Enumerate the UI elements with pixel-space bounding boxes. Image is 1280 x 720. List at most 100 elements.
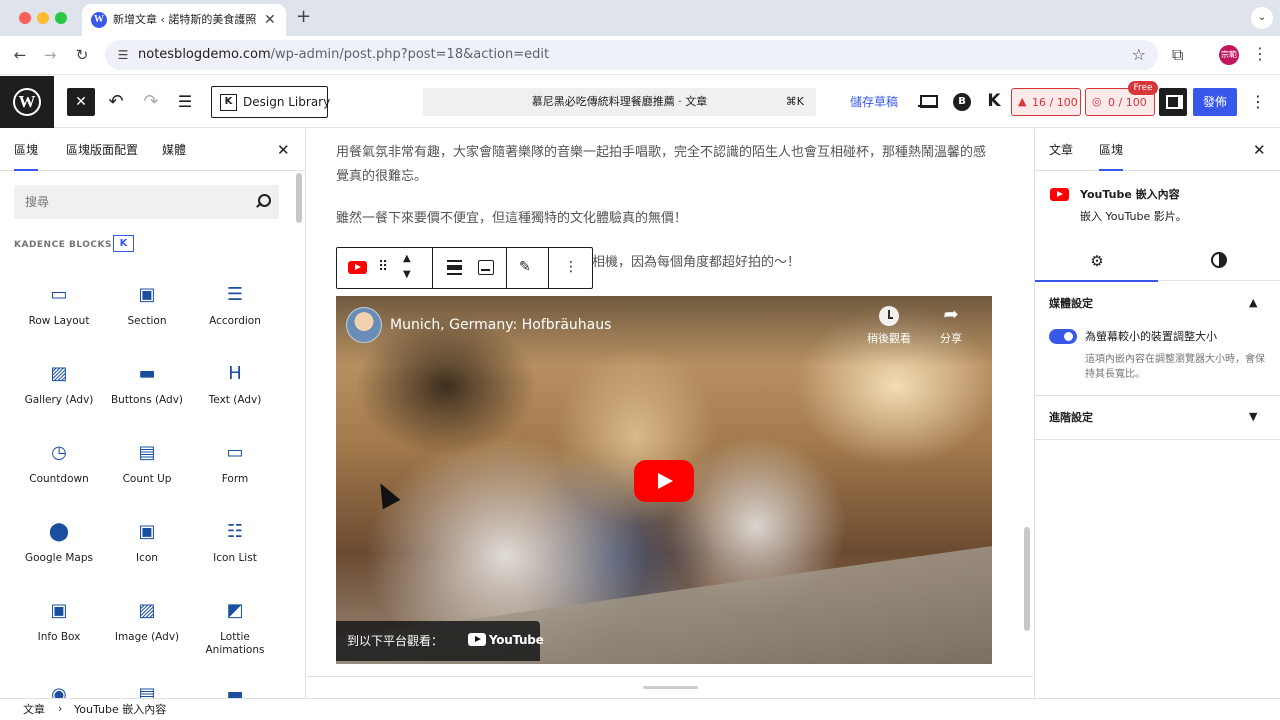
block-icon[interactable]: ▣ Icon [103,514,191,584]
address-bar[interactable]: ☰ notesblogdemo.com/wp-admin/post.php?po… [105,40,1158,70]
reload-button[interactable]: ↻ [71,44,93,66]
block-search-input[interactable] [14,185,279,219]
search-icon [254,193,271,209]
watch-on-youtube-button[interactable]: 到以下平台觀看： YouTube [336,621,544,661]
block-partial[interactable]: ▤ [103,677,191,698]
block-gallery-adv[interactable]: ▨ Gallery (Adv) [15,356,103,426]
block-row-layout[interactable]: ▭ Row Layout [15,277,103,347]
block-count-up[interactable]: ▤ Count Up [103,435,191,505]
more-options-icon[interactable]: ⋮ [1248,90,1268,114]
tab-post[interactable]: 文章 [1049,142,1073,158]
block-countdown[interactable]: ◷ Countdown [15,435,103,505]
paragraph-block[interactable]: 用餐氣氛非常有趣，大家會隨著樂隊的音樂一起拍手唱歌，完全不認識的陌生人也會互相碰… [336,141,991,189]
inserter-scrollbar[interactable] [296,173,302,223]
youtube-block-icon[interactable] [348,261,367,274]
tab-blocks[interactable]: 區塊 [14,142,39,171]
tab-styles[interactable] [1158,241,1280,281]
window-minimize-button[interactable] [37,12,49,24]
save-draft-button[interactable]: 儲存草稿 [850,95,898,110]
kadence-category-icon: K [113,235,134,252]
block-toolbar-group: ⠿ ▲ ▼ [337,248,433,288]
tab-media[interactable]: 媒體 [162,142,186,158]
site-info-icon[interactable]: ☰ [115,47,131,63]
tab-search-button[interactable]: ⌄ [1251,7,1273,29]
sidebar-close-icon[interactable]: ✕ [1253,141,1266,159]
align-icon[interactable] [447,260,462,275]
paragraph-block[interactable]: 雖然一餐下來要價不便宜，但這種獨特的文化體驗真的無價！ [336,207,991,231]
share-button[interactable]: ➦ 分享 [931,304,971,354]
preview-desktop-icon[interactable] [918,92,938,110]
breadcrumb-item-post[interactable]: 文章 [23,703,45,717]
media-settings-title[interactable]: 媒體設定 [1049,296,1093,311]
publish-button[interactable]: 發佈 [1193,88,1237,116]
block-image-adv[interactable]: ▨ Image (Adv) [103,593,191,663]
breadcrumb-item-block[interactable]: YouTube 嵌入內容 [74,703,166,717]
document-overview-icon[interactable]: ☰ [173,90,197,114]
extensions-puzzle-icon[interactable]: ⧉ [1172,45,1183,65]
edit-url-pencil-icon[interactable]: ✎ [519,258,531,276]
bookmark-star-icon[interactable]: ☆ [1132,45,1146,65]
wordpress-logo-icon: W [13,88,41,116]
browser-tab[interactable]: W 新增文章 ‹ 諾特斯的美食護照 — ✕ [82,4,286,36]
settings-sidebar-toggle[interactable] [1159,88,1187,116]
watch-later-button[interactable]: 稍後觀看 [854,304,924,354]
youtube-embed-preview[interactable]: Munich, Germany: Hofbräuhaus 稍後觀看 ➦ 分享 到… [336,296,992,664]
kadence-icon[interactable]: K [983,90,1005,112]
chevron-up-icon[interactable]: ▲ [1249,295,1257,311]
block-info-box[interactable]: ▣ Info Box [15,593,103,663]
inserter-close-icon[interactable]: ✕ [277,141,290,159]
block-google-maps[interactable]: ⬤ Google Maps [15,514,103,584]
window-zoom-button[interactable] [55,12,67,24]
browser-menu-icon[interactable]: ⋮ [1252,44,1268,63]
drag-handle-icon[interactable]: ⠿ [378,258,388,276]
block-buttons-adv[interactable]: ▬ Buttons (Adv) [103,356,191,426]
block-more-options-icon[interactable]: ⋮ [564,258,578,276]
profile-avatar[interactable]: 宗範 [1219,45,1239,65]
design-library-button[interactable]: K Design Library [211,86,330,118]
icon-block-icon: ▣ [138,521,156,542]
move-up-chevron-icon[interactable]: ▲ [403,253,411,265]
block-icon-list[interactable]: ☷ Icon List [191,514,279,584]
image-icon: ▨ [138,600,156,621]
undo-icon[interactable]: ↶ [104,90,128,114]
channel-avatar[interactable] [346,307,382,343]
new-tab-button[interactable]: + [296,7,311,27]
video-title[interactable]: Munich, Germany: Hofbräuhaus [390,316,611,334]
contrast-icon [1211,252,1227,268]
window-close-button[interactable] [19,12,31,24]
move-down-chevron-icon[interactable]: ▼ [403,269,411,281]
gear-icon: ⚙ [1090,252,1104,270]
close-inserter-button[interactable]: ✕ [67,88,95,116]
wordpress-logo-button[interactable]: W [0,76,54,128]
tab-settings[interactable]: ⚙ [1035,241,1158,282]
canvas-scrollbar[interactable] [1024,527,1030,631]
seo-score-badge[interactable]: ▲ 16 / 100 [1011,88,1081,116]
tab-patterns[interactable]: 區塊版面配置 [66,142,138,158]
free-tag-badge: Free [1128,81,1158,95]
caption-icon[interactable] [478,260,494,275]
tab-close-icon[interactable]: ✕ [264,11,276,29]
block-label: Section [127,315,167,327]
forward-button[interactable]: → [39,44,61,66]
command-palette-button[interactable]: 慕尼黑必吃傳統料理餐廳推薦 · 文章 ⌘K [423,88,816,116]
count-up-icon: ▤ [138,442,156,463]
form-icon: ▭ [226,442,244,463]
block-text-adv[interactable]: H Text (Adv) [191,356,279,426]
browser-tab-title: 新增文章 ‹ 諾特斯的美食護照 — [113,13,259,26]
resize-small-devices-toggle[interactable] [1049,329,1077,344]
canvas-resize-handle[interactable] [643,686,698,689]
b-plugin-icon[interactable]: B [953,93,971,111]
advanced-settings-panel[interactable]: 進階設定 ▼ [1035,396,1280,440]
block-partial[interactable]: ◉ [15,677,103,698]
block-lottie[interactable]: ◩ Lottie Animations [191,593,279,663]
info-box-icon: ▣ [50,600,68,621]
redo-icon[interactable]: ↷ [139,90,163,114]
back-button[interactable]: ← [9,44,31,66]
block-section[interactable]: ▣ Section [103,277,191,347]
block-accordion[interactable]: ☰ Accordion [191,277,279,347]
block-form[interactable]: ▭ Form [191,435,279,505]
block-partial[interactable]: ▬ [191,677,279,698]
url-text[interactable]: notesblogdemo.com/wp-admin/post.php?post… [138,47,549,63]
tab-block[interactable]: 區塊 [1099,142,1124,171]
youtube-play-button[interactable] [634,460,694,502]
